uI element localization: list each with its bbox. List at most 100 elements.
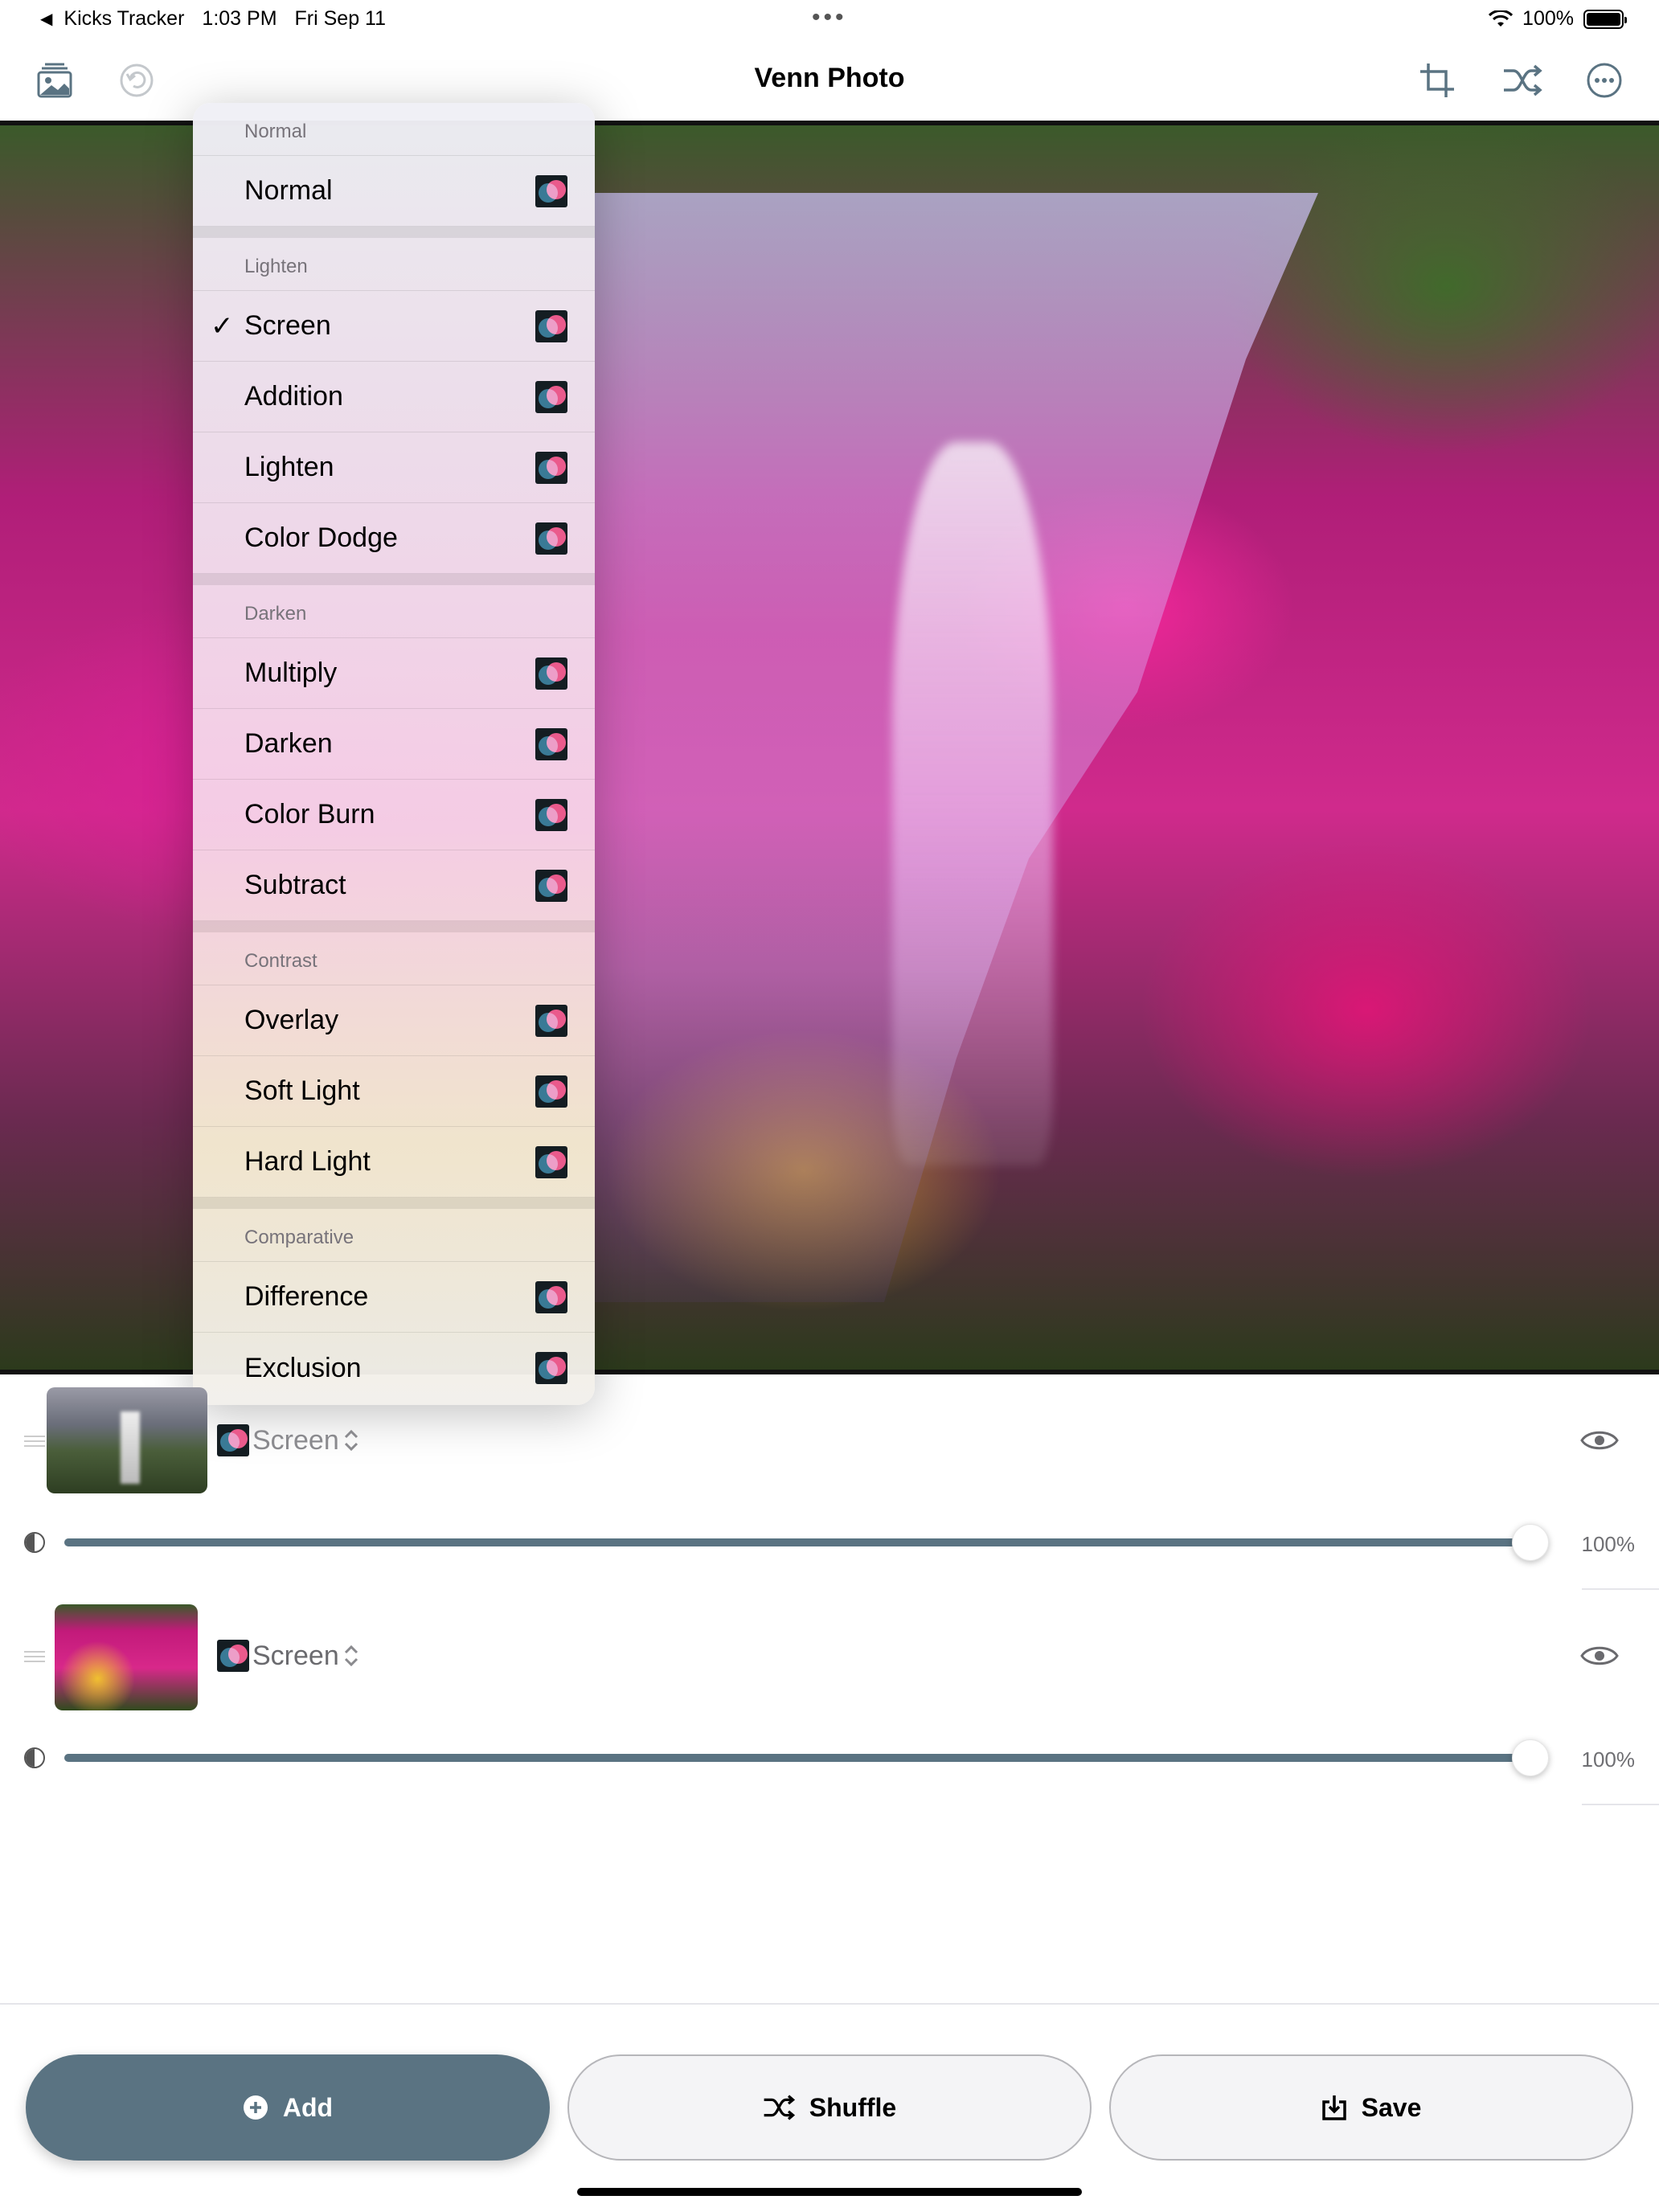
opacity-value: 100% [1581,1747,1636,1772]
blend-mode-icon [535,657,567,690]
flowers-thumbnail[interactable] [55,1604,198,1710]
opacity-icon [24,1747,45,1768]
opacity-slider-knob[interactable] [1512,1739,1549,1776]
bottom-divider [0,2003,1659,2005]
menu-item-soft-light[interactable]: Soft Light [193,1056,595,1127]
drag-handle-icon[interactable] [24,1651,45,1662]
save-button-label: Save [1361,2092,1422,2122]
menu-item-label: Overlay [244,1005,339,1035]
menu-item-label: Hard Light [244,1146,371,1177]
save-download-icon [1321,2095,1346,2120]
menu-item-label: Color Burn [244,799,375,830]
menu-item-label: Difference [244,1281,369,1312]
blend-mode-menu[interactable]: Normal Normal Lighten ✓ Screen Addition Lighte… [193,103,595,1405]
eye-icon[interactable] [1580,1428,1619,1452]
menu-item-label: Darken [244,728,333,759]
opacity-slider-fill [64,1538,1540,1546]
shuffle-icon [764,2095,795,2120]
status-time: 1:03 PM [202,7,277,30]
layer-divider [1582,1804,1659,1805]
opacity-slider-fill [64,1754,1540,1762]
menu-item-addition[interactable]: Addition [193,362,595,432]
menu-section-header: Lighten [193,238,595,291]
blend-mode-icon [535,1281,567,1313]
more-button[interactable] [1579,55,1630,106]
shuffle-toolbar-button[interactable] [1497,55,1548,106]
shuffle-button[interactable]: Shuffle [567,2054,1092,2161]
layer-row[interactable]: Screen 100% [0,1374,1659,1591]
wifi-icon [1489,10,1514,27]
crop-icon [1420,63,1454,97]
menu-item-hard-light[interactable]: Hard Light [193,1127,595,1198]
status-date: Fri Sep 11 [294,7,387,30]
opacity-value: 100% [1581,1532,1636,1556]
opacity-slider-knob[interactable] [1512,1524,1549,1561]
status-bar: ◀ Kicks Tracker 1:03 PM Fri Sep 11 ••• 1… [0,0,1659,40]
crop-button[interactable] [1411,55,1463,106]
status-left: ◀ Kicks Tracker 1:03 PM Fri Sep 11 [40,7,386,31]
multitasking-dots-icon[interactable]: ••• [812,4,847,31]
menu-item-color-dodge[interactable]: Color Dodge [193,503,595,574]
battery-icon [1583,9,1627,29]
menu-item-overlay[interactable]: Overlay [193,985,595,1056]
menu-item-multiply[interactable]: Multiply [193,638,595,709]
add-button-label: Add [282,2092,334,2122]
menu-item-label: Color Dodge [244,522,398,553]
blend-mode-icon [535,1005,567,1037]
layer-row[interactable]: Screen 100% [0,1590,1659,1807]
menu-separator [193,574,595,585]
menu-item-darken[interactable]: Darken [193,709,595,780]
add-button[interactable]: Add [26,2054,550,2161]
menu-item-label: Addition [244,381,343,412]
blend-mode-icon [535,452,567,484]
blend-mode-icon [535,1075,567,1108]
menu-item-label: Lighten [244,452,334,482]
ellipsis-circle-icon [1587,63,1622,98]
checkmark-icon: ✓ [211,311,234,342]
home-indicator[interactable] [577,2188,1082,2196]
menu-section-header: Comparative [193,1209,595,1262]
waterfall-thumbnail[interactable] [47,1387,207,1493]
opacity-slider[interactable] [64,1522,1549,1563]
menu-item-difference[interactable]: Difference [193,1262,595,1333]
menu-separator [193,227,595,238]
plus-circle-icon [243,2095,268,2120]
blend-mode-label: Screen [252,1424,339,1456]
drag-handle-icon[interactable] [24,1436,45,1447]
battery-percent: 100% [1522,7,1574,30]
blend-mode-selector[interactable]: Screen [217,1424,360,1456]
blend-mode-icon [535,522,567,555]
back-arrow-icon[interactable]: ◀ [40,9,52,29]
blend-mode-icon [535,728,567,760]
up-down-chevron-icon [344,1645,358,1667]
shuffle-icon [1504,64,1542,96]
menu-item-label: Subtract [244,870,346,900]
blend-mode-icon [217,1424,249,1456]
menu-separator [193,921,595,932]
menu-section-header: Darken [193,585,595,638]
menu-item-label: Soft Light [244,1075,360,1106]
page-title: Venn Photo [754,63,905,93]
waterfall-highlight [892,442,1053,1165]
menu-item-label: Screen [244,310,331,341]
save-button[interactable]: Save [1109,2054,1633,2161]
opacity-slider[interactable] [64,1738,1549,1778]
menu-item-subtract[interactable]: Subtract [193,850,595,921]
menu-item-screen[interactable]: ✓ Screen [193,291,595,362]
menu-item-label: Multiply [244,657,338,688]
blend-mode-icon [535,310,567,342]
blend-mode-icon [535,870,567,902]
blend-mode-selector[interactable]: Screen [217,1640,360,1672]
menu-item-color-burn[interactable]: Color Burn [193,780,595,850]
menu-separator [193,1198,595,1209]
blend-mode-icon [217,1640,249,1672]
layer-list: Screen 100% Screen 100% [0,1374,1659,2001]
menu-item-normal[interactable]: Normal [193,156,595,227]
back-app-label[interactable]: Kicks Tracker [63,7,184,31]
opacity-icon [24,1532,45,1553]
menu-item-lighten[interactable]: Lighten [193,432,595,503]
eye-icon[interactable] [1580,1644,1619,1668]
menu-item-label: Normal [244,175,333,206]
shuffle-button-label: Shuffle [809,2092,897,2122]
blend-mode-icon [535,175,567,207]
